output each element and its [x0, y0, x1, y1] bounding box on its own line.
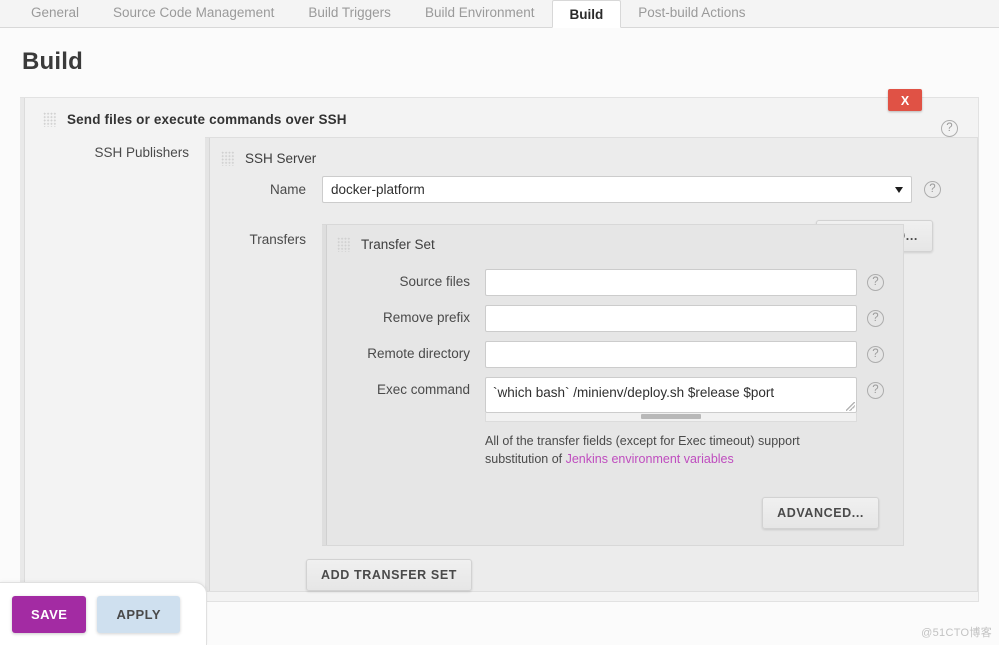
label-exec-command: Exec command: [337, 377, 470, 397]
transfer-set-title: Transfer Set: [361, 237, 435, 252]
transfer-set-panel: Transfer Set Source files ? Remove prefi…: [322, 224, 904, 546]
input-source-files[interactable]: [485, 269, 857, 296]
watermark: @51CTO博客: [921, 624, 992, 640]
drag-grip-icon-builder[interactable]: [43, 112, 56, 127]
help-icon-exec-command[interactable]: ?: [867, 382, 884, 399]
exec-command-hscrollbar[interactable]: [485, 413, 857, 422]
floating-save-bar: SAVE APPLY: [0, 582, 207, 645]
transfer-set-accent-bar: [322, 225, 327, 545]
transfers-label: Transfers: [221, 224, 306, 247]
help-icon-remote-directory[interactable]: ?: [867, 346, 884, 363]
transfer-note: All of the transfer fields (except for E…: [485, 432, 845, 468]
tab-build-environment[interactable]: Build Environment: [408, 0, 552, 27]
transfer-set-header: Transfer Set: [322, 225, 903, 260]
builder-title: Send files or execute commands over SSH: [67, 112, 347, 127]
tab-build-triggers[interactable]: Build Triggers: [291, 0, 408, 27]
field-row-remove-prefix: Remove prefix ?: [322, 305, 903, 332]
help-icon-builder[interactable]: ?: [941, 120, 958, 137]
label-remote-directory: Remote directory: [337, 341, 470, 361]
help-icon-server-name[interactable]: ?: [924, 181, 941, 198]
save-button[interactable]: SAVE: [12, 596, 86, 633]
input-remove-prefix[interactable]: [485, 305, 857, 332]
builder-header: Send files or execute commands over SSH: [26, 98, 978, 137]
delete-builder-button[interactable]: X: [888, 89, 922, 111]
input-remote-directory[interactable]: [485, 341, 857, 368]
transfers-row: Transfers Transfer Set Source files: [205, 224, 977, 546]
jenkins-env-vars-link[interactable]: Jenkins environment variables: [566, 452, 734, 466]
page-body: Build X ? Send files or execute commands…: [0, 48, 999, 645]
apply-button[interactable]: APPLY: [97, 596, 180, 633]
ssh-server-header: SSH Server: [205, 138, 977, 175]
field-row-exec-command: Exec command `which bash` /minienv/deplo…: [322, 377, 903, 422]
exec-command-wrap: `which bash` /minienv/deploy.sh $release…: [485, 377, 857, 422]
ssh-server-panel: SSH Server Name docker-platform ? ADVANC…: [205, 137, 978, 592]
drag-grip-icon-ssh-server[interactable]: [221, 151, 234, 166]
ssh-server-name-row: Name docker-platform ?: [205, 176, 977, 203]
ssh-server-name-select[interactable]: docker-platform: [322, 176, 912, 203]
exec-command-hscroll-thumb[interactable]: [641, 414, 700, 419]
field-row-source-files: Source files ?: [322, 269, 903, 296]
help-icon-source-files[interactable]: ?: [867, 274, 884, 291]
ssh-publishers-row: SSH Publishers SSH Server Name docker-pl…: [26, 137, 978, 592]
help-icon-remove-prefix[interactable]: ?: [867, 310, 884, 327]
add-transfer-set-button[interactable]: ADD TRANSFER SET: [306, 559, 472, 591]
textarea-exec-command[interactable]: `which bash` /minienv/deploy.sh $release…: [485, 377, 857, 413]
tab-build[interactable]: Build: [552, 0, 622, 28]
builder-block-ssh: X ? Send files or execute commands over …: [20, 97, 979, 602]
ssh-publishers-label: SSH Publishers: [37, 137, 189, 160]
builder-inner: Send files or execute commands over SSH …: [20, 98, 978, 592]
tab-post-build-actions[interactable]: Post-build Actions: [621, 0, 762, 27]
advanced-transfer-button[interactable]: ADVANCED...: [762, 497, 879, 529]
drag-grip-icon-transfer-set[interactable]: [337, 237, 350, 252]
field-row-remote-directory: Remote directory ?: [322, 341, 903, 368]
ssh-server-title: SSH Server: [245, 151, 316, 166]
label-source-files: Source files: [337, 269, 470, 289]
block-accent-bar: [20, 98, 25, 601]
page-title: Build: [22, 48, 979, 76]
ssh-server-name-select-wrap: docker-platform: [322, 176, 912, 203]
config-tab-bar: General Source Code Management Build Tri…: [0, 0, 999, 28]
tab-source-code-management[interactable]: Source Code Management: [96, 0, 291, 27]
ssh-server-name-label: Name: [221, 182, 306, 197]
tab-general[interactable]: General: [14, 0, 96, 27]
jenkins-build-config-page: General Source Code Management Build Tri…: [0, 0, 999, 645]
label-remove-prefix: Remove prefix: [337, 305, 470, 325]
ssh-server-accent-bar: [205, 138, 210, 591]
